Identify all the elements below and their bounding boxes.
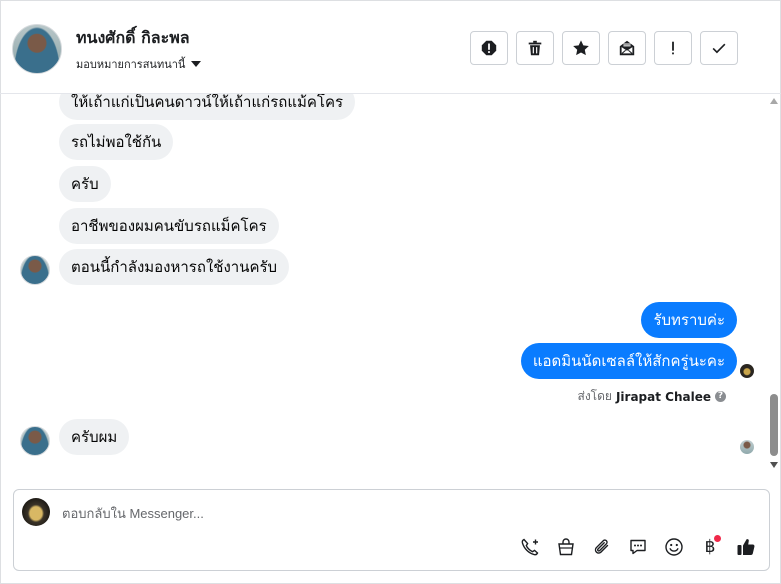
- scroll-up-arrow-icon[interactable]: [770, 98, 778, 104]
- assign-label: มอบหมายการสนทนานี้: [76, 58, 186, 71]
- sent-by-name[interactable]: Jirapat Chalee: [616, 390, 711, 404]
- message-bubble-incoming[interactable]: ครับ: [59, 166, 111, 202]
- message-bubble-incoming[interactable]: อาชีพของผมคนขับรถแม็คโคร: [59, 208, 279, 244]
- contact-name[interactable]: ทนงศักดิ์ กิละพล: [76, 26, 190, 51]
- sent-by-prefix: ส่งโดย: [577, 389, 612, 403]
- sent-by-label: ส่งโดย Jirapat Chalee ?: [577, 387, 726, 406]
- reply-input[interactable]: [62, 506, 662, 521]
- sender-avatar: [20, 426, 50, 456]
- conversation-header: ทนงศักดิ์ กิละพล มอบหมายการสนทนานี้: [0, 0, 781, 94]
- assign-conversation-dropdown[interactable]: มอบหมายการสนทนานี้: [76, 55, 202, 73]
- mark-spam-button[interactable]: [470, 31, 508, 65]
- contact-avatar[interactable]: [12, 24, 62, 74]
- mark-unread-icon: [619, 40, 635, 56]
- page-avatar: [22, 498, 50, 526]
- attach-button[interactable]: [591, 536, 613, 558]
- checkmark-icon: [712, 43, 726, 54]
- message-bubble-incoming[interactable]: รถไม่พอใช้กัน: [59, 124, 174, 160]
- call-button[interactable]: [519, 536, 541, 558]
- message-thread[interactable]: ให้เถ้าแก่เป็นคนดาวน์ให้เถ้าแก่รถแม้คโคร…: [0, 94, 770, 484]
- notification-dot: [714, 535, 721, 542]
- trash-icon: [528, 40, 542, 56]
- scrollbar-thumb[interactable]: [770, 394, 778, 456]
- message-bubble-incoming[interactable]: ตอนนี้กำลังมองหารถใช้งานครับ: [59, 249, 290, 285]
- follow-up-icon: [672, 41, 674, 55]
- reply-composer: ฿: [13, 489, 770, 571]
- emoji-icon: [665, 538, 683, 556]
- thread-scrollbar[interactable]: [768, 94, 780, 474]
- seen-user-avatar: [740, 440, 754, 454]
- mark-unread-button[interactable]: [608, 31, 646, 65]
- paperclip-icon: [594, 539, 609, 554]
- sender-avatar: [20, 255, 50, 285]
- follow-up-button[interactable]: [654, 31, 692, 65]
- delete-button[interactable]: [516, 31, 554, 65]
- seen-page-avatar: [740, 364, 754, 378]
- star-icon: [573, 40, 589, 56]
- payment-button[interactable]: ฿: [699, 535, 721, 558]
- composer-toolbar: ฿: [519, 535, 757, 558]
- star-button[interactable]: [562, 31, 600, 65]
- chat-bubble-icon: [630, 539, 646, 555]
- message-bubble-outgoing[interactable]: แอดมินนัดเซลล์ให้สักครู่นะคะ: [520, 343, 737, 379]
- message-bubble-incoming[interactable]: ครับผม: [59, 419, 130, 455]
- mark-done-button[interactable]: [700, 31, 738, 65]
- mark-spam-icon: [481, 40, 497, 56]
- shop-button[interactable]: [555, 536, 577, 558]
- scroll-down-arrow-icon[interactable]: [770, 462, 778, 468]
- shopping-bag-icon: [558, 538, 574, 556]
- call-icon: [521, 538, 539, 556]
- emoji-button[interactable]: [663, 536, 685, 558]
- saved-replies-button[interactable]: [627, 536, 649, 558]
- chevron-down-icon: [191, 61, 202, 67]
- message-bubble-incoming[interactable]: ให้เถ้าแก่เป็นคนดาวน์ให้เถ้าแก่รถแม้คโคร: [59, 94, 356, 120]
- message-bubble-outgoing[interactable]: รับทราบค่ะ: [641, 302, 737, 338]
- header-actions: [470, 31, 738, 65]
- thumbs-up-icon: [737, 539, 755, 555]
- help-icon[interactable]: ?: [715, 391, 726, 402]
- like-button[interactable]: [735, 536, 757, 558]
